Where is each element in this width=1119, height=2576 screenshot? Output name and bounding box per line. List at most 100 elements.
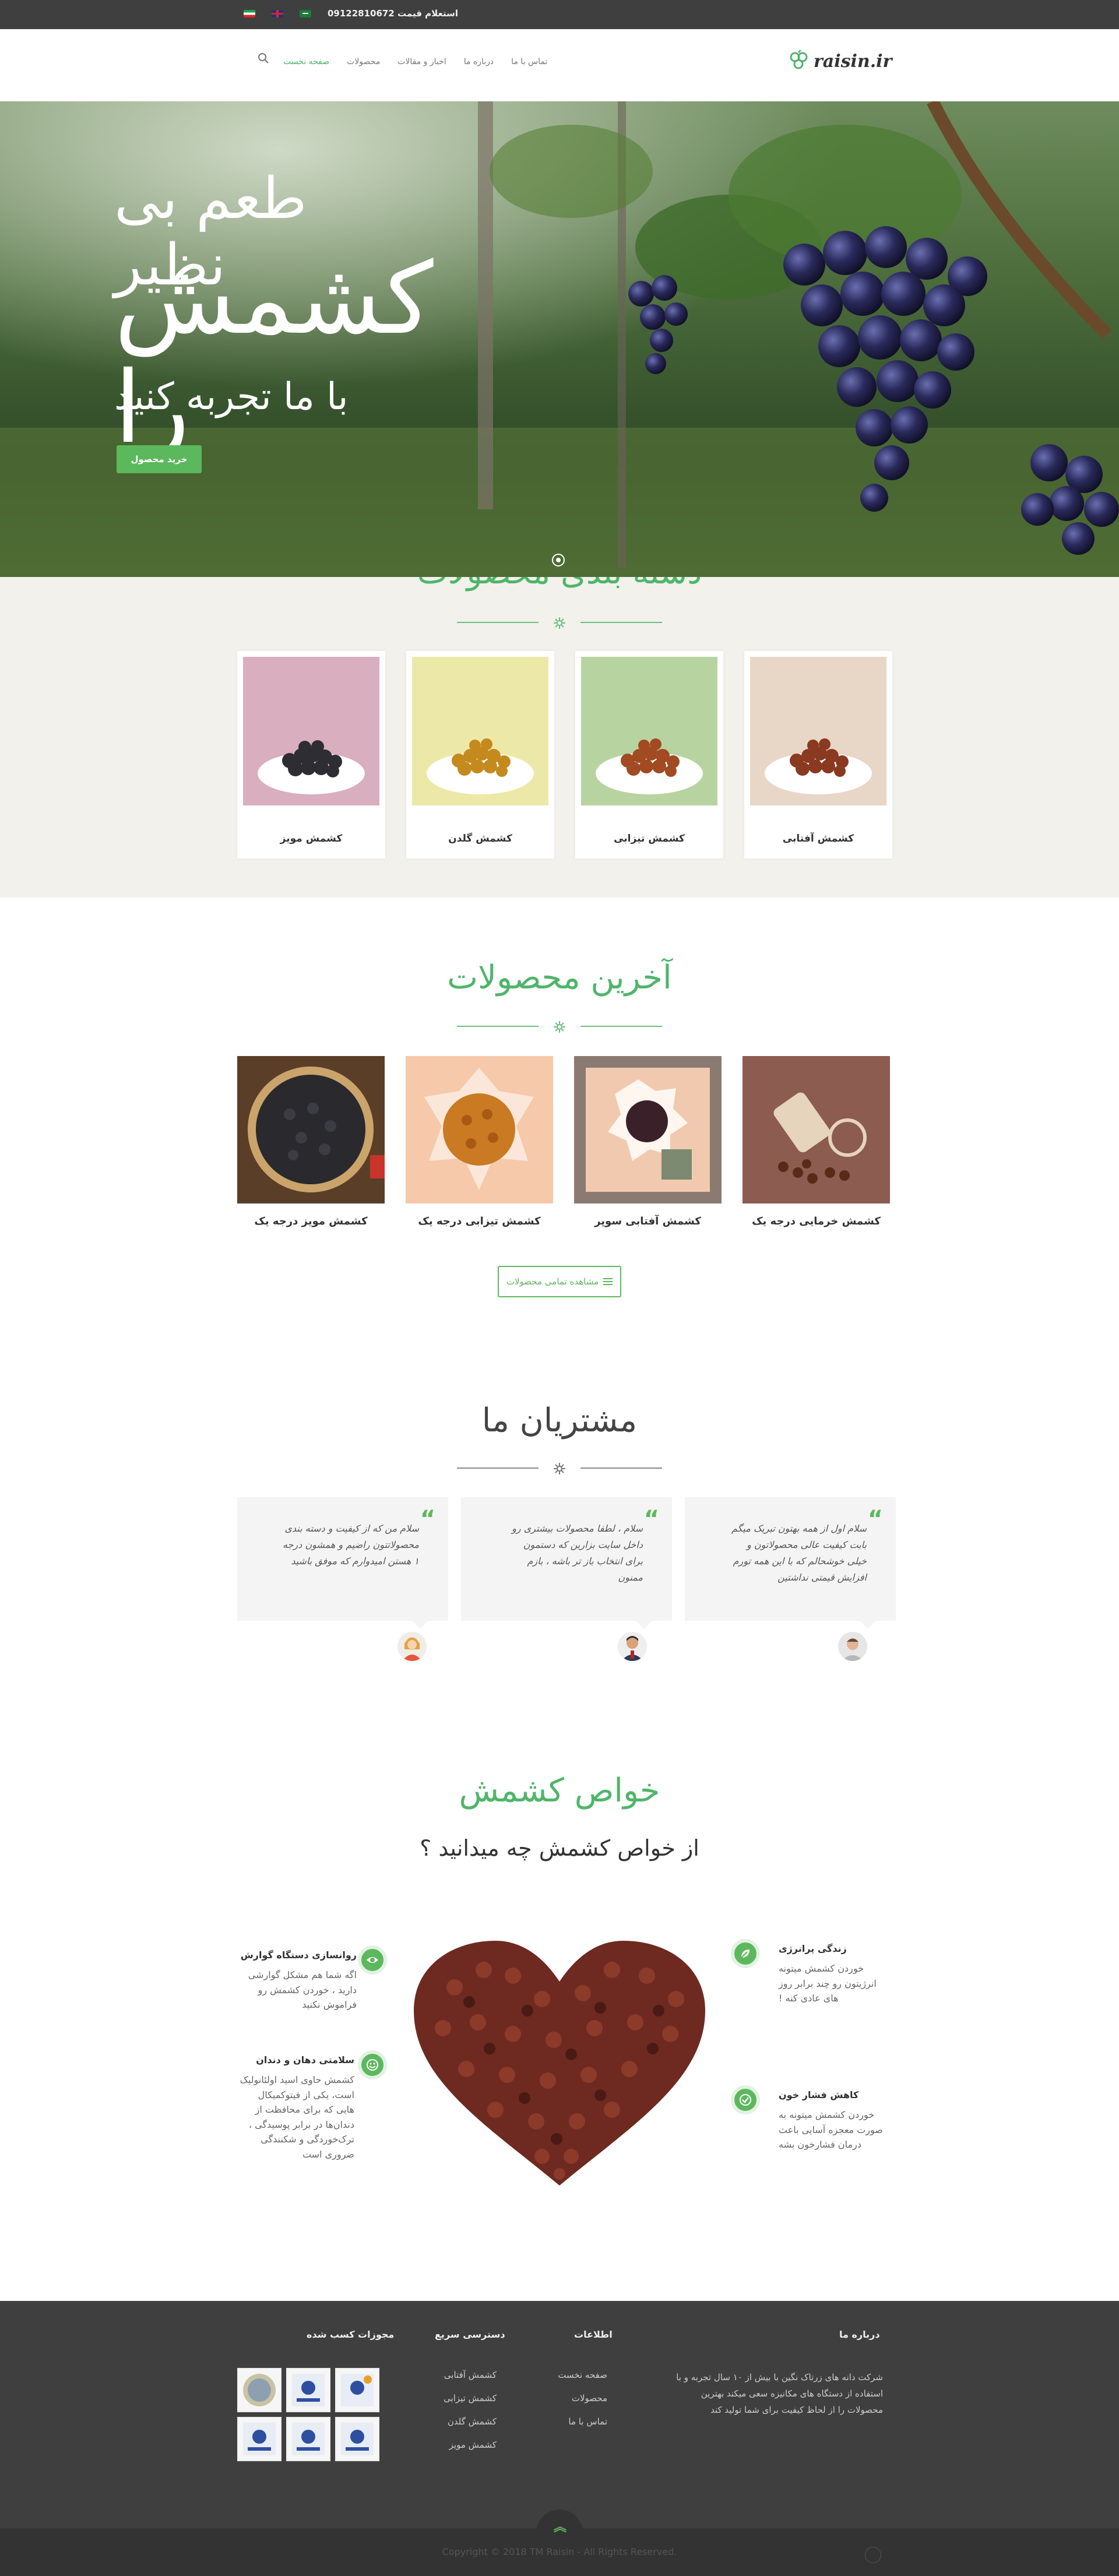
category-card-mavize[interactable]: کشمش مویز <box>237 651 385 858</box>
license-badge-image[interactable] <box>286 2368 330 2412</box>
product-label: کشمش مویز درجه یک <box>254 1215 368 1227</box>
section-divider <box>457 616 662 629</box>
avatar <box>838 1632 867 1661</box>
logo-text: raisin.ir <box>814 51 892 72</box>
property-dental-health: سلامتی دهان و دندان کشمش حاوی اسید اولئا… <box>238 2054 354 2162</box>
nav-item-products[interactable]: محصولات <box>347 57 380 66</box>
property-title: کاهش فشار خون <box>779 2089 859 2100</box>
property-text: کشمش حاوی اسید اولئانولیک است، یکی از فی… <box>240 2074 354 2160</box>
check-circle-icon <box>731 2085 760 2114</box>
footer-info-title: اطلاعات <box>574 2329 613 2340</box>
testimonial-card: “ سلام ، لطفا محصولات بیشتری رو داخل سای… <box>461 1497 672 1629</box>
footer-link-home[interactable]: صفحه نخست <box>542 2370 607 2380</box>
flag-iran-icon[interactable] <box>244 10 255 17</box>
category-image <box>243 657 379 805</box>
avatar <box>397 1632 427 1661</box>
property-energy: زندگی پرانرژی خوردن کشمش میتونه انرژیتون… <box>779 1943 878 2006</box>
category-label: کشمش مویز <box>280 833 343 844</box>
flower-ornament-icon <box>554 1021 565 1033</box>
footer-link-products[interactable]: محصولات <box>542 2393 607 2403</box>
category-card-tizabi[interactable]: کشمش تیزابی <box>575 651 723 858</box>
footer-quick-title: دسترسی سریع <box>435 2329 505 2340</box>
raisin-heart-image <box>414 1941 705 2186</box>
flag-saudi-icon[interactable] <box>300 10 311 17</box>
properties-title: خواص کشمش <box>459 1772 660 1810</box>
site-header: صفحه نخست محصولات اخبار و مقالات درباره … <box>0 29 1119 101</box>
flag-uk-icon[interactable] <box>272 10 283 17</box>
category-grid: کشمش مویز کشمش گلدن کشمش تیزابی کشمش آفت… <box>237 651 892 858</box>
testimonial-text: سلام من که از کیفیت و دسته بندی محصولاتت… <box>282 1523 419 1567</box>
footer-link-aftabi[interactable]: کشمش آفتابی <box>420 2370 497 2380</box>
hero-slider: طعم بی نظیر کشمش را با ما تجربه کنید خری… <box>0 101 1119 577</box>
category-label: کشمش تیزابی <box>614 833 685 844</box>
latest-products-grid: کشمش مویز درجه یک کشمش تیزابی درجه یک کش… <box>237 1056 890 1227</box>
nav-item-contact[interactable]: تماس با ما <box>511 57 547 66</box>
footer-quick-links: کشمش آفتابی کشمش تیزابی کشمش گلدن کشمش م… <box>420 2370 497 2463</box>
property-title: سلامتی دهان و دندان <box>256 2054 354 2065</box>
category-card-aftabi[interactable]: کشمش آفتابی <box>744 651 892 858</box>
footer-link-mavize[interactable]: کشمش مویز <box>420 2440 497 2450</box>
flower-ornament-icon <box>554 1463 565 1474</box>
license-badge-image[interactable] <box>286 2417 330 2461</box>
chat-icon[interactable] <box>865 2547 881 2563</box>
slider-pagination-dot[interactable] <box>552 554 565 566</box>
property-text: خوردن کشمش میتونه انرژیتون رو چند برابر … <box>779 1963 877 2004</box>
quote-icon: “ <box>643 1506 659 1533</box>
flower-ornament-icon <box>554 617 565 629</box>
nav-item-home[interactable]: صفحه نخست <box>283 57 329 66</box>
product-label: کشمش آفتابی سوپر <box>594 1215 701 1227</box>
product-card[interactable]: کشمش آفتابی سوپر <box>574 1056 722 1227</box>
buy-product-button[interactable]: خرید محصول <box>117 445 202 473</box>
energy-leaf-icon <box>731 1939 760 1968</box>
category-card-golden[interactable]: کشمش گلدن <box>406 651 554 858</box>
copyright-text: Copyright © 2018 TM Raisin - All Rights … <box>442 2546 677 2557</box>
testimonial-card: “ سلام اول از همه بهتون تبریک میگم بابت … <box>685 1497 896 1629</box>
property-text: خوردن کشمش میتونه به صورت معجزه آسایی با… <box>779 2109 883 2151</box>
category-image <box>412 657 548 805</box>
search-icon[interactable] <box>256 51 270 65</box>
view-all-products-button[interactable]: مشاهده تمامی محصولات <box>498 1266 621 1297</box>
language-switcher <box>244 10 311 17</box>
category-label: کشمش گلدن <box>448 833 512 844</box>
latest-products-title: آخرین محصولات <box>447 959 672 997</box>
product-card[interactable]: کشمش تیزابی درجه یک <box>406 1056 553 1227</box>
eye-icon <box>358 1945 387 1975</box>
footer-link-golden[interactable]: کشمش گلدن <box>420 2416 497 2427</box>
customers-title: مشتریان ما <box>481 1402 638 1440</box>
section-divider <box>457 1462 662 1474</box>
footer-link-contact[interactable]: تماس با ما <box>542 2416 607 2427</box>
avatar <box>618 1632 647 1661</box>
footer-bottom-bar: Copyright © 2018 TM Raisin - All Rights … <box>0 2528 1119 2576</box>
site-logo[interactable]: raisin.ir <box>788 50 892 72</box>
site-footer: درباره ما شرکت دانه های زرتاک نگین با بی… <box>0 2301 1119 2528</box>
footer-about-title: درباره ما <box>839 2329 880 2340</box>
licenses-grid <box>237 2368 379 2461</box>
properties-subtitle: از خواص کشمش چه میدانید ؟ <box>420 1835 699 1861</box>
property-blood-pressure: کاهش فشار خون خوردن کشمش میتونه به صورت … <box>779 2089 884 2152</box>
hero-title-line3: با ما تجربه کنید <box>114 375 349 418</box>
quote-icon: “ <box>420 1506 435 1533</box>
smile-icon <box>358 2050 387 2079</box>
nav-item-about[interactable]: درباره ما <box>464 57 494 66</box>
grape-logo-icon <box>790 50 808 69</box>
section-divider <box>457 1020 662 1033</box>
property-digestion: روانسازی دستگاه گوارش اگه شما هم مشکل گو… <box>240 1949 357 2012</box>
property-title: زندگی پرانرژی <box>779 1943 847 1954</box>
category-image <box>581 657 717 805</box>
nav-item-news[interactable]: اخبار و مقالات <box>397 57 446 66</box>
quote-icon: “ <box>867 1506 883 1533</box>
footer-link-tizabi[interactable]: کشمش تیزابی <box>420 2393 497 2403</box>
product-card[interactable]: کشمش مویز درجه یک <box>237 1056 385 1227</box>
product-image <box>406 1056 553 1203</box>
license-badge-image[interactable] <box>237 2417 281 2461</box>
categories-section: دسته بندی محصولات کشمش مویز کشمش گلدن کش… <box>0 577 1119 898</box>
price-inquiry-phone[interactable]: استعلام قیمت 09122810672 <box>328 8 458 19</box>
product-image <box>574 1056 722 1203</box>
license-seal-image[interactable] <box>237 2368 281 2412</box>
license-badge-image[interactable] <box>335 2417 379 2461</box>
testimonials-grid: “ سلام من که از کیفیت و دسته بندی محصولا… <box>237 1497 896 1629</box>
product-card[interactable]: کشمش خرمایی درجه یک <box>743 1056 890 1227</box>
view-all-label: مشاهده تمامی محصولات <box>506 1276 599 1287</box>
license-badge-image[interactable] <box>335 2368 379 2412</box>
footer-about-text: شرکت دانه های زرتاک نگین با بیش از ۱۰ سا… <box>676 2372 883 2415</box>
